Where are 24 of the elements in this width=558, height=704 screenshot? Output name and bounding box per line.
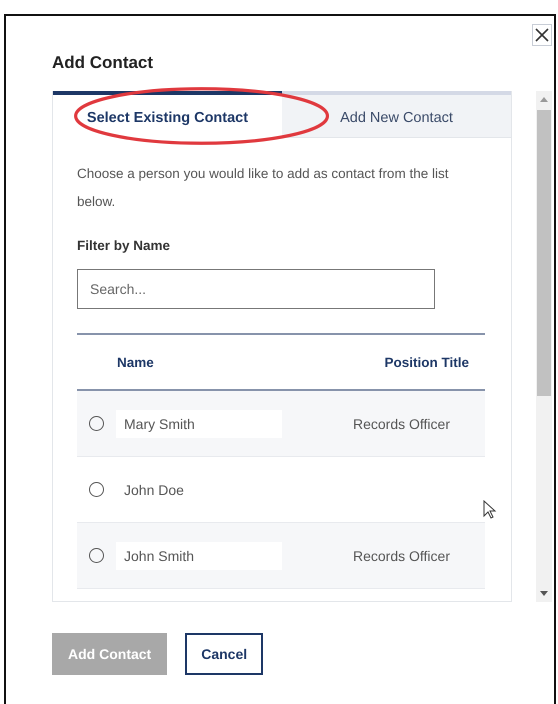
search-field[interactable]: Search... — [77, 269, 435, 309]
table-row[interactable]: Mary Smith Records Officer — [77, 391, 485, 457]
column-header: Position Title — [384, 354, 469, 370]
contact-name: John Smith — [116, 542, 282, 570]
table-row[interactable]: John Doe — [77, 457, 485, 523]
position-title: Records Officer — [353, 548, 450, 564]
close-button[interactable] — [532, 24, 552, 46]
scroll-down-icon[interactable] — [540, 591, 548, 596]
close-icon — [535, 28, 549, 42]
scrollbar[interactable] — [536, 91, 552, 602]
dialog-button[interactable]: Cancel — [185, 633, 264, 675]
mouse-cursor-icon — [483, 500, 497, 520]
radio-button[interactable] — [89, 548, 104, 563]
tab[interactable]: Add New Contact — [282, 91, 511, 138]
position-title: Records Officer — [353, 416, 450, 432]
table-row[interactable]: John Smith Records Officer — [77, 523, 485, 589]
dialog-title: Add Contact — [52, 52, 154, 74]
radio-button[interactable] — [89, 482, 104, 497]
scroll-thumb[interactable] — [537, 110, 551, 396]
radio-button[interactable] — [89, 416, 104, 431]
instruction-text: Choose a person you would like to add as contact from the list below. — [77, 165, 450, 211]
filter-label: Filter by Name — [77, 238, 172, 253]
column-header: Name — [117, 354, 154, 370]
contact-name: Mary Smith — [116, 410, 282, 438]
